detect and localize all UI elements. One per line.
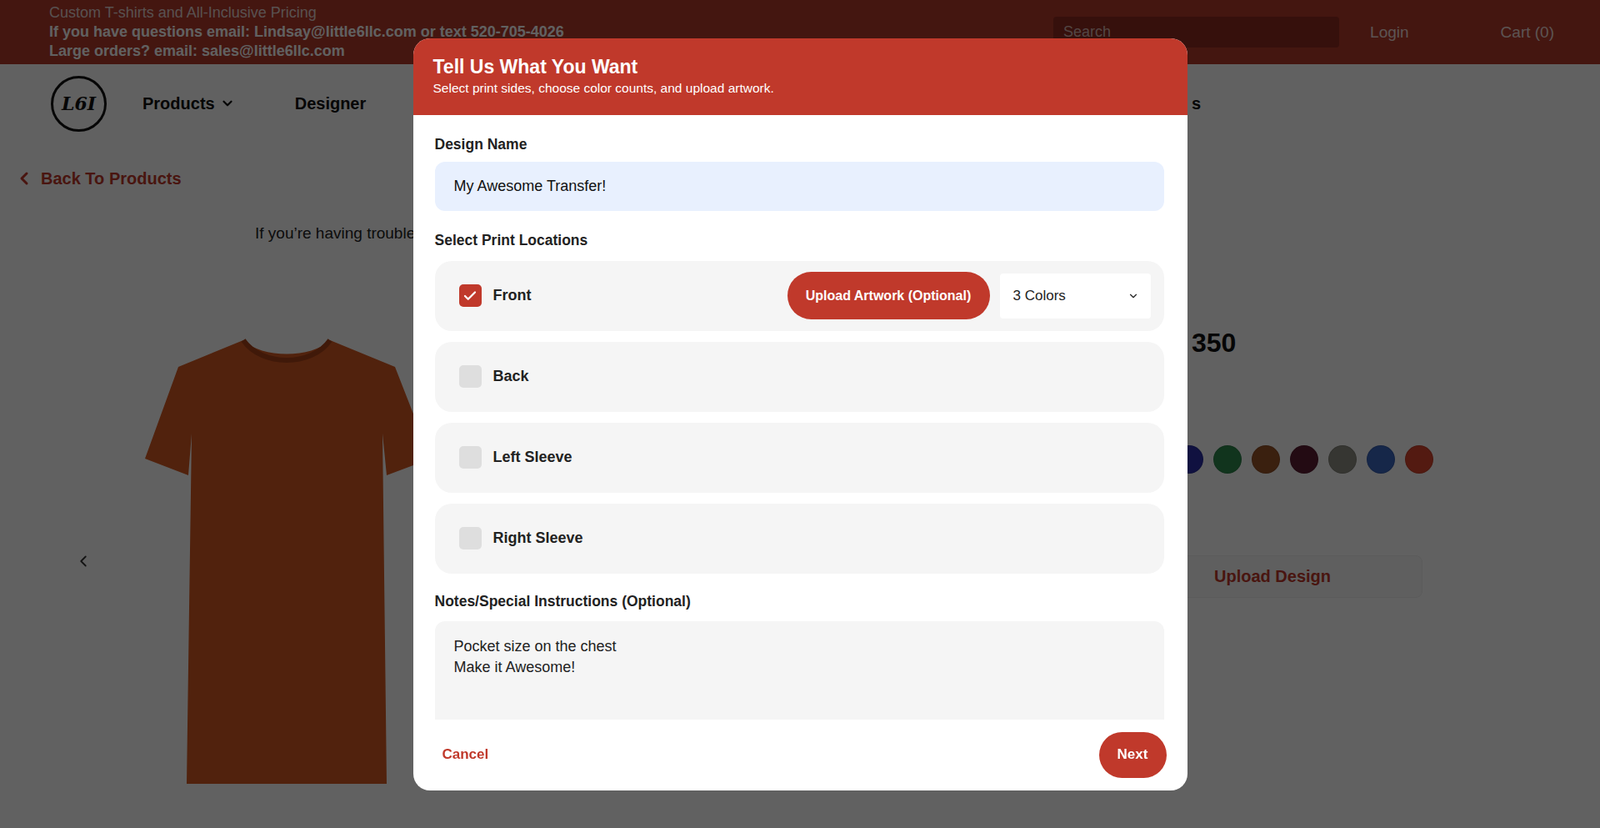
location-checkbox[interactable] bbox=[459, 445, 482, 469]
location-list: Front Upload Artwork (Optional)3 Colors Ba… bbox=[435, 260, 1165, 574]
page: Custom T-shirts and All-Inclusive Pricin… bbox=[0, 0, 1600, 828]
modal-body[interactable]: Design Name Select Print Locations Front Up… bbox=[413, 115, 1188, 720]
design-modal: Tell Us What You WantSelect print sides,… bbox=[413, 38, 1188, 790]
location-checkbox[interactable] bbox=[459, 284, 482, 307]
check-icon bbox=[462, 288, 478, 304]
notes-textarea[interactable]: Pocket size on the chest Make it Awesome… bbox=[435, 620, 1165, 720]
location-label: Right Sleeve bbox=[493, 529, 1151, 547]
location-checkbox[interactable] bbox=[459, 526, 482, 550]
modal-header: Tell Us What You WantSelect print sides,… bbox=[413, 38, 1188, 115]
location-row: Left Sleeve bbox=[435, 422, 1165, 493]
modal-overlay: Tell Us What You WantSelect print sides,… bbox=[0, 0, 1600, 828]
next-button[interactable]: Next bbox=[1099, 731, 1167, 778]
upload-artwork-button[interactable]: Upload Artwork (Optional) bbox=[787, 271, 990, 320]
modal-title: Tell Us What You Want bbox=[433, 55, 1168, 79]
design-name-input[interactable] bbox=[435, 161, 1165, 211]
chevron-down-icon bbox=[1127, 290, 1140, 302]
color-count-select[interactable]: 3 Colors bbox=[1000, 273, 1151, 319]
location-label: Front bbox=[493, 286, 776, 305]
location-row: Right Sleeve bbox=[435, 503, 1165, 574]
location-row: Back bbox=[435, 341, 1165, 412]
design-name-label: Design Name bbox=[435, 135, 1165, 154]
locations-label: Select Print Locations bbox=[435, 230, 1165, 250]
modal-footer: Cancel Next bbox=[413, 719, 1188, 790]
cancel-button[interactable]: Cancel bbox=[442, 740, 490, 768]
location-checkbox[interactable] bbox=[459, 365, 482, 388]
location-label: Left Sleeve bbox=[493, 448, 1151, 466]
location-label: Back bbox=[493, 367, 1151, 385]
notes-label: Notes/Special Instructions (Optional) bbox=[435, 591, 1165, 610]
location-row: Front Upload Artwork (Optional)3 Colors bbox=[435, 260, 1165, 331]
modal-subtitle: Select print sides, choose color counts,… bbox=[433, 80, 1168, 97]
